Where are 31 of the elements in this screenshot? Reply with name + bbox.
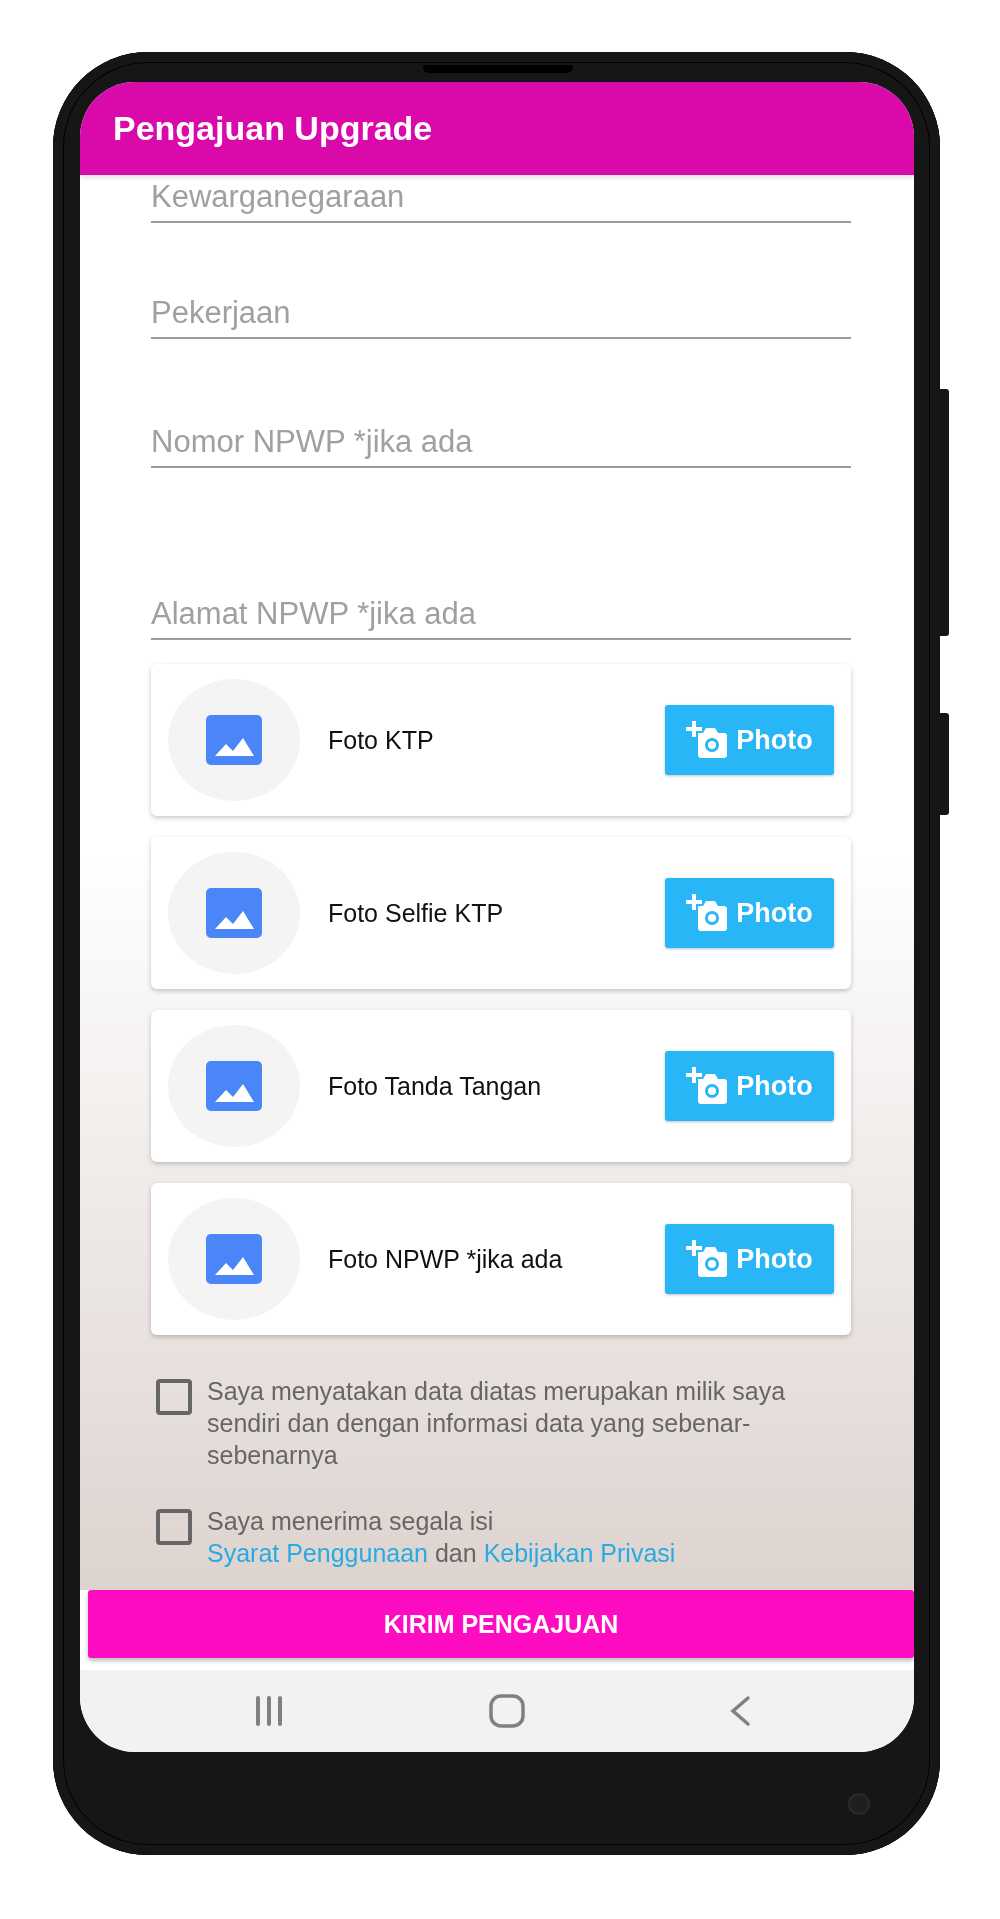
image-icon	[206, 1234, 262, 1284]
photo-label: Foto Selfie KTP	[328, 898, 505, 928]
recent-apps-icon[interactable]	[254, 1696, 284, 1726]
photo-button[interactable]: Photo	[665, 1224, 834, 1294]
camera-plus-icon	[686, 721, 729, 759]
photo-button[interactable]: Photo	[665, 705, 834, 775]
checkbox[interactable]	[156, 1509, 192, 1545]
agreement-text: Saya menyatakan data diatas merupakan milik saya sendiri dan dengan informasi data yang sebenar-sebenarnya	[207, 1376, 787, 1471]
agreement-text: Saya menerima segala isi Syarat Penggunaan dan Kebijakan Privasi	[207, 1506, 676, 1569]
checkbox[interactable]	[156, 1379, 192, 1415]
privacy-link[interactable]: Kebijakan Privasi	[483, 1539, 676, 1567]
back-icon[interactable]	[729, 1695, 751, 1727]
home-icon[interactable]	[488, 1694, 525, 1728]
input-field[interactable]: Nomor NPWP *jika ada	[151, 424, 851, 468]
input-field[interactable]: Pekerjaan	[151, 295, 851, 339]
camera-plus-icon	[686, 894, 729, 932]
terms-link[interactable]: Syarat Penggunaan	[207, 1539, 428, 1567]
image-icon	[206, 715, 262, 765]
photo-label: Foto KTP	[328, 725, 435, 755]
submit-button[interactable]: KIRIM PENGAJUAN	[88, 1590, 914, 1658]
input-field[interactable]: Alamat NPWP *jika ada	[151, 596, 851, 640]
photo-label: Foto NPWP *jika ada	[328, 1244, 564, 1274]
photo-button[interactable]: Photo	[665, 878, 834, 948]
camera-plus-icon	[686, 1067, 729, 1105]
input-field[interactable]: Kewarganegaraan	[151, 179, 851, 223]
photo-button[interactable]: Photo	[665, 1051, 834, 1121]
image-icon	[206, 1061, 262, 1111]
image-icon	[206, 888, 262, 938]
camera-plus-icon	[686, 1240, 729, 1278]
app-bar-title: Pengajuan Upgrade	[113, 109, 433, 148]
photo-label: Foto Tanda Tangan	[328, 1071, 543, 1101]
